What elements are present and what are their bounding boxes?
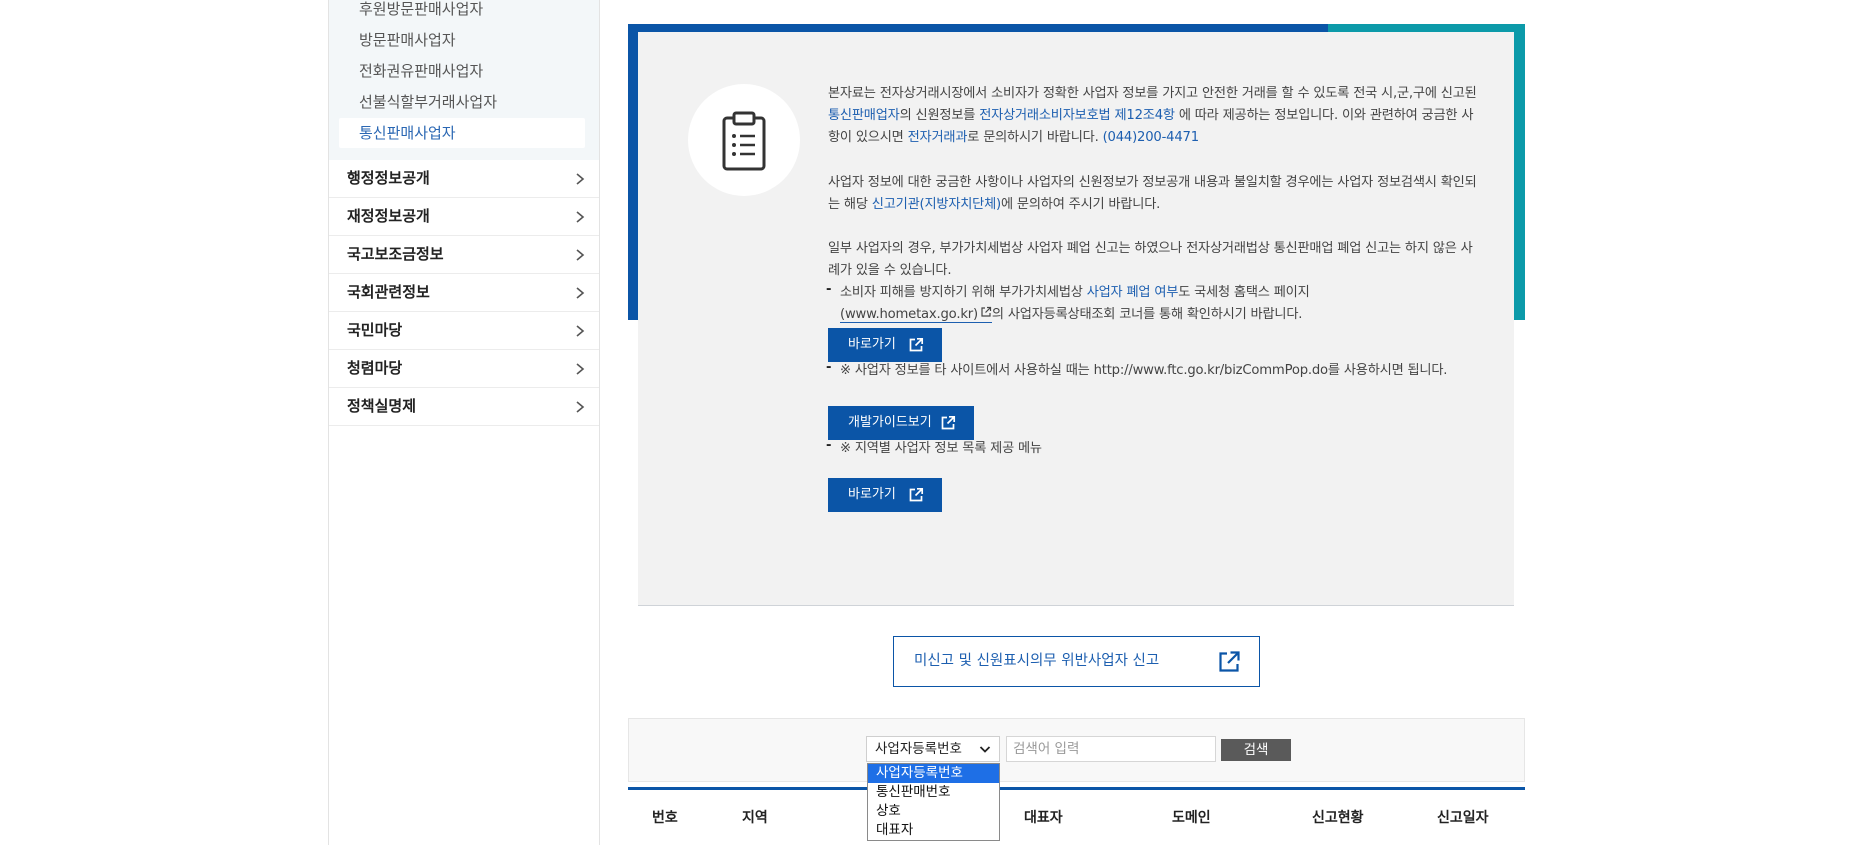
info-paragraph-2: 사업자 정보에 대한 궁금한 사항이나 사업자의 신원정보가 정보공개 내용과 … bbox=[828, 175, 1477, 212]
search-type-select[interactable]: 사업자등록번호 bbox=[866, 736, 1000, 762]
sidebar: 후원방문판매사업자 방문판매사업자 전화권유판매사업자 선불식할부거래사업자 통… bbox=[328, 0, 600, 845]
column-header-region: 지역 bbox=[742, 810, 768, 826]
go-hometax-button[interactable]: 바로가기 bbox=[828, 328, 942, 362]
sidebar-item-citizen-plaza[interactable]: 국민마당 bbox=[329, 312, 599, 350]
sidebar-item-label: 국민마당 bbox=[347, 321, 403, 339]
ecommerce-law-link[interactable]: 전자상거래소비자보호법 제12조4항 bbox=[979, 108, 1175, 123]
column-header-domain: 도메인 bbox=[1172, 810, 1211, 826]
column-header-report-status: 신고현황 bbox=[1312, 810, 1364, 826]
bullet-dash: - bbox=[826, 282, 832, 297]
column-header-report-date: 신고일자 bbox=[1437, 810, 1489, 826]
results-table-header: 번호 지역 대표자 도메인 신고현황 신고일자 bbox=[628, 787, 1525, 845]
external-link-icon bbox=[1219, 651, 1240, 672]
info-paragraph-3: 일부 사업자의 경우, 부가가치세법상 사업자 폐업 신고는 하였으나 전자상거… bbox=[828, 241, 1473, 278]
submenu: 후원방문판매사업자 방문판매사업자 전화권유판매사업자 선불식할부거래사업자 통… bbox=[329, 0, 599, 160]
submenu-item-sponsored-door-to-door[interactable]: 후원방문판매사업자 bbox=[359, 0, 483, 21]
external-link-icon bbox=[981, 306, 992, 317]
reporting-agency-link[interactable]: 신고기관(지방자치단체) bbox=[872, 197, 1001, 212]
chevron-right-icon bbox=[576, 173, 585, 185]
sidebar-item-integrity-plaza[interactable]: 청렴마당 bbox=[329, 350, 599, 388]
search-button[interactable]: 검색 bbox=[1221, 739, 1291, 761]
bullet-dash: - bbox=[826, 360, 832, 375]
column-header-number: 번호 bbox=[652, 810, 678, 826]
chevron-right-icon bbox=[576, 363, 585, 375]
sidebar-item-subsidy-info[interactable]: 국고보조금정보 bbox=[329, 236, 599, 274]
chevron-right-icon bbox=[576, 249, 585, 261]
bullet-dash: - bbox=[826, 438, 832, 453]
phone-number: (044)200-4471 bbox=[1102, 130, 1200, 145]
sidebar-item-admin-info[interactable]: 행정정보공개 bbox=[329, 160, 599, 198]
dropdown-option-representative[interactable]: 대표자 bbox=[868, 821, 999, 840]
external-link-icon bbox=[909, 337, 924, 352]
submenu-item-telemarketing[interactable]: 전화권유판매사업자 bbox=[359, 59, 483, 83]
chevron-right-icon bbox=[576, 287, 585, 299]
info-box: 본자료는 전자상거래시장에서 소비자가 정확한 사업자 정보를 가지고 안전한 … bbox=[638, 32, 1514, 606]
info-box-right-border bbox=[1514, 24, 1525, 320]
search-input[interactable] bbox=[1006, 736, 1216, 762]
mail-order-seller-link[interactable]: 통신판매업자 bbox=[828, 108, 900, 123]
hometax-link[interactable]: (www.hometax.go.kr) bbox=[840, 306, 992, 323]
info-box-top-border-accent bbox=[1328, 24, 1525, 32]
clipboard-icon bbox=[722, 111, 766, 171]
search-type-dropdown: 사업자등록번호 통신판매번호 상호 대표자 bbox=[867, 763, 1000, 841]
regional-list-button[interactable]: 바로가기 bbox=[828, 478, 942, 512]
chevron-right-icon bbox=[576, 325, 585, 337]
business-closure-link[interactable]: 사업자 폐업 여부 bbox=[1087, 285, 1179, 300]
dropdown-option-business-number[interactable]: 사업자등록번호 bbox=[868, 764, 999, 783]
info-bullet-2: ※ 사업자 정보를 타 사이트에서 사용하실 때는 http://www.ftc… bbox=[840, 363, 1448, 378]
external-link-icon bbox=[941, 415, 956, 430]
chevron-right-icon bbox=[576, 211, 585, 223]
column-header-representative: 대표자 bbox=[1024, 810, 1063, 826]
sidebar-item-label: 국고보조금정보 bbox=[347, 245, 444, 263]
info-bullet-3: ※ 지역별 사업자 정보 목록 제공 메뉴 bbox=[840, 441, 1042, 456]
info-paragraph-1: 본자료는 전자상거래시장에서 소비자가 정확한 사업자 정보를 가지고 안전한 … bbox=[828, 86, 1477, 145]
info-box-top-border bbox=[628, 24, 1328, 32]
info-bullet-1: 소비자 피해를 방지하기 위해 부가가치세법상 사업자 폐업 여부도 국세청 홈… bbox=[840, 285, 1310, 323]
sidebar-item-finance-info[interactable]: 재정정보공개 bbox=[329, 198, 599, 236]
sidebar-item-label: 재정정보공개 bbox=[347, 207, 430, 225]
submenu-item-mail-order[interactable]: 통신판매사업자 bbox=[339, 118, 585, 148]
sidebar-item-policy-naming[interactable]: 정책실명제 bbox=[329, 388, 599, 426]
submenu-item-door-to-door[interactable]: 방문판매사업자 bbox=[359, 28, 456, 52]
dev-guide-button[interactable]: 개발가이드보기 bbox=[828, 406, 974, 440]
sidebar-item-label: 국회관련정보 bbox=[347, 283, 430, 301]
sidebar-item-label: 정책실명제 bbox=[347, 397, 417, 415]
sidebar-item-label: 청렴마당 bbox=[347, 359, 403, 377]
external-link-icon bbox=[909, 487, 924, 502]
submenu-item-prepaid-installment[interactable]: 선불식할부거래사업자 bbox=[359, 90, 497, 114]
sidebar-item-assembly-info[interactable]: 국회관련정보 bbox=[329, 274, 599, 312]
report-violation-button[interactable]: 미신고 및 신원표시의무 위반사업자 신고 bbox=[893, 636, 1260, 687]
chevron-down-icon bbox=[979, 746, 991, 753]
sidebar-item-label: 행정정보공개 bbox=[347, 169, 430, 187]
clipboard-icon-circle bbox=[688, 84, 800, 196]
dropdown-option-mail-order-number[interactable]: 통신판매번호 bbox=[868, 783, 999, 802]
dropdown-option-company-name[interactable]: 상호 bbox=[868, 802, 999, 821]
info-box-left-border bbox=[628, 24, 638, 320]
ecommerce-division-link[interactable]: 전자거래과 bbox=[908, 130, 968, 145]
chevron-right-icon bbox=[576, 401, 585, 413]
